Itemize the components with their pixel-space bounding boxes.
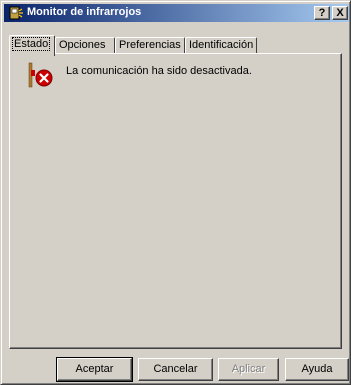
apply-button[interactable]: Aplicar: [218, 358, 279, 381]
help-caption-button[interactable]: ?: [314, 6, 330, 20]
tab-label: Estado: [11, 37, 51, 51]
infrared-error-icon: [28, 62, 53, 88]
infrared-monitor-icon: [9, 6, 23, 20]
cancel-button[interactable]: Cancelar: [138, 358, 213, 381]
status-message: La comunicación ha sido desactivada.: [66, 65, 252, 77]
tab-estado[interactable]: Estado: [9, 35, 55, 56]
tab-label: Identificación: [189, 39, 254, 51]
help-button[interactable]: Ayuda: [285, 358, 349, 381]
tab-strip: Estado Opciones Preferencias Identificac…: [9, 35, 349, 56]
tab-panel-estado: [9, 53, 342, 349]
dialog-window: Monitor de infrarrojos ? X Estado Opcion…: [0, 0, 351, 385]
close-button[interactable]: X: [332, 6, 348, 20]
accept-button[interactable]: Aceptar: [56, 357, 133, 382]
tab-label: Preferencias: [119, 39, 181, 51]
window-title: Monitor de infrarrojos: [27, 6, 142, 18]
title-bar[interactable]: Monitor de infrarrojos ? X: [4, 4, 349, 22]
tab-label: Opciones: [59, 39, 106, 51]
